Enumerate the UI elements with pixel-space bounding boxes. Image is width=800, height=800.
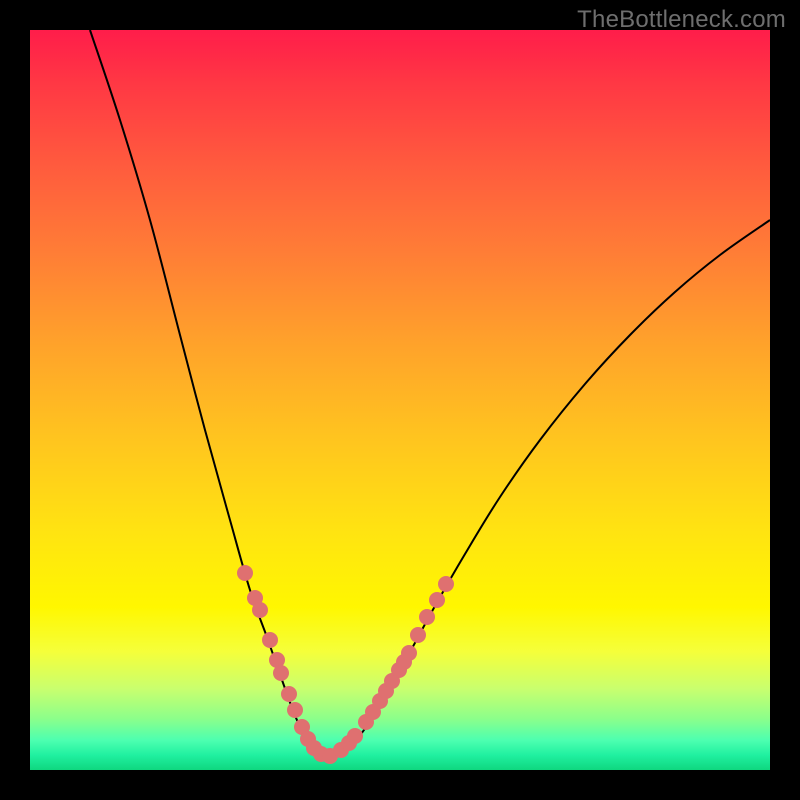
data-dot <box>287 702 303 718</box>
data-dot <box>410 627 426 643</box>
data-dots-group <box>237 565 454 764</box>
data-dot <box>281 686 297 702</box>
dots-layer <box>30 30 770 770</box>
data-dot <box>237 565 253 581</box>
data-dot <box>438 576 454 592</box>
data-dot <box>273 665 289 681</box>
data-dot <box>262 632 278 648</box>
data-dot <box>252 602 268 618</box>
data-dot <box>429 592 445 608</box>
data-dot <box>419 609 435 625</box>
chart-frame: TheBottleneck.com <box>0 0 800 800</box>
data-dot <box>347 728 363 744</box>
data-dot <box>401 645 417 661</box>
plot-area <box>30 30 770 770</box>
